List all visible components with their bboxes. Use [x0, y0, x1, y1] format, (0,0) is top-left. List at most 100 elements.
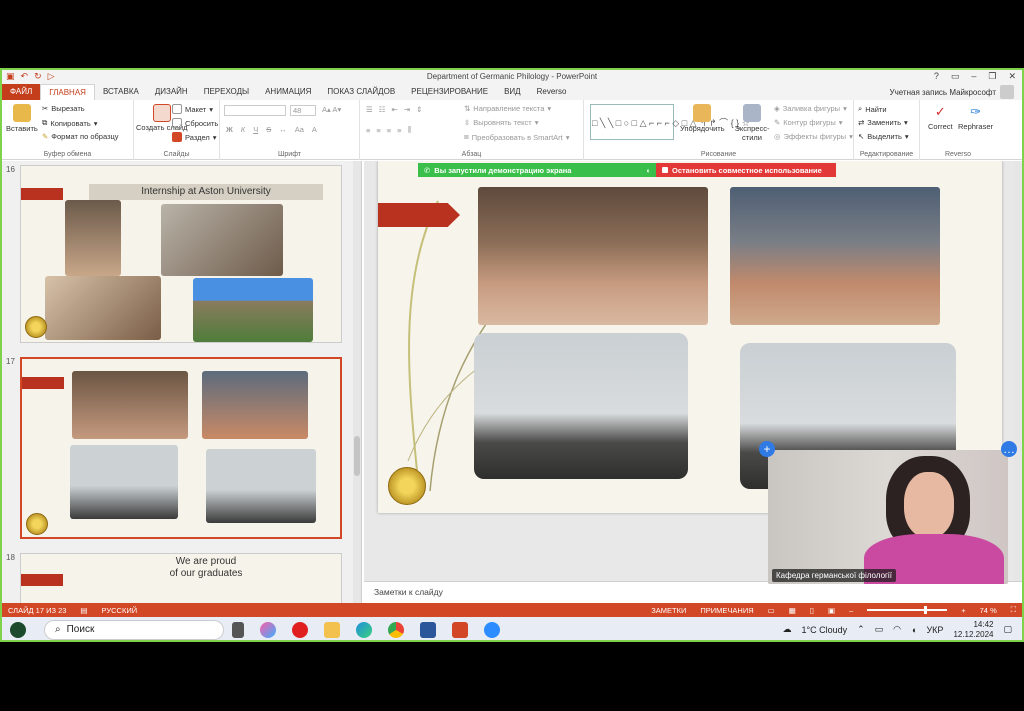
shapes-gallery[interactable]: □ ╲ ╲ □ ○ □ △ ⌐ ⌐ ⌐ ◇ □ △ ↰ ↱ ⌒ { } ☆	[590, 104, 750, 140]
weather-icon[interactable]: ☁	[782, 624, 791, 635]
reading-view-icon[interactable]: ▯	[810, 606, 814, 615]
correct-button[interactable]: ✓ Correct	[928, 104, 953, 131]
tab-review[interactable]: РЕЦЕНЗИРОВАНИЕ	[403, 84, 496, 100]
add-participant-button[interactable]: +	[759, 441, 775, 457]
normal-view-icon[interactable]: ▭	[768, 606, 775, 615]
more-options-button[interactable]: …	[1001, 441, 1017, 457]
bold-button[interactable]: Ж	[226, 125, 233, 134]
input-language[interactable]: УКР	[926, 625, 943, 635]
indent-icon[interactable]: ⇤	[391, 105, 397, 114]
find-button[interactable]: ⌕ Найти	[858, 104, 887, 114]
copy-button[interactable]: ⧉ Копировать ▾	[42, 118, 98, 128]
close-icon[interactable]: ✕	[1008, 71, 1016, 82]
align-center-icon[interactable]: ≡	[376, 126, 380, 135]
zoom-slider[interactable]	[867, 606, 948, 614]
font-grow-button[interactable]: A▴ A▾	[322, 105, 341, 114]
thumbnails-scrollbar[interactable]	[353, 161, 361, 603]
photo-group-library-1[interactable]	[478, 187, 708, 325]
columns-icon[interactable]: ⫼	[408, 125, 411, 135]
char-spacing-button[interactable]: ↔	[279, 125, 287, 134]
shape-effects-button[interactable]: ◎ Эффекты фигуры ▾	[774, 132, 853, 141]
tab-reverso[interactable]: Reverso	[529, 84, 575, 100]
stop-sharing-button[interactable]: Остановить совместное использование	[656, 163, 836, 177]
language-indicator[interactable]: РУССКИЙ	[102, 606, 138, 615]
photo-group-library-2[interactable]	[730, 187, 940, 325]
slide-thumbnail-17[interactable]	[20, 357, 342, 539]
opera-icon[interactable]	[292, 621, 308, 638]
edge-icon[interactable]	[356, 621, 372, 638]
tab-view[interactable]: ВИД	[496, 84, 529, 100]
align-left-icon[interactable]: ≡	[366, 126, 370, 135]
tab-animations[interactable]: АНИМАЦИЯ	[257, 84, 319, 100]
justify-icon[interactable]: ≡	[397, 126, 401, 135]
paste-button[interactable]: Вставить	[6, 104, 38, 133]
clock[interactable]: 14:42 12.12.2024	[953, 620, 993, 640]
select-button[interactable]: ↖ Выделить ▾	[858, 132, 909, 141]
weather-text[interactable]: 1°C Cloudy	[801, 625, 847, 635]
start-icon[interactable]	[10, 621, 26, 638]
account-name[interactable]: Учетная запись Майкрософт	[889, 88, 996, 97]
notes-pane[interactable]: Заметки к слайду	[364, 581, 1022, 603]
rephraser-button[interactable]: ✑ Rephraser	[958, 104, 993, 131]
speaker-icon[interactable]: ◖	[645, 166, 650, 175]
shape-fill-button[interactable]: ◈ Заливка фигуры ▾	[774, 104, 847, 113]
task-view-icon[interactable]	[232, 621, 244, 638]
text-direction-button[interactable]: ⇅ Направление текста ▾	[464, 104, 551, 113]
ribbon-options-icon[interactable]: ▭	[951, 71, 960, 82]
align-text-button[interactable]: ⇳ Выровнять текст ▾	[464, 118, 538, 127]
file-explorer-icon[interactable]	[324, 621, 340, 638]
layout-button[interactable]: Макет ▾	[172, 104, 213, 114]
zoom-app-icon[interactable]	[484, 621, 500, 638]
arrange-button[interactable]: Упорядочить	[680, 104, 725, 133]
change-case-button[interactable]: Aa	[295, 125, 304, 134]
chevron-up-icon[interactable]: ⌃	[857, 624, 865, 635]
bullets-icon[interactable]: ☰	[366, 105, 373, 114]
spellcheck-icon[interactable]: ▤	[80, 606, 87, 615]
avatar[interactable]	[1000, 85, 1014, 99]
photo-classroom-1[interactable]	[474, 333, 688, 479]
shape-outline-button[interactable]: ✎ Контур фигуры ▾	[774, 118, 843, 127]
copilot-icon[interactable]	[260, 621, 276, 638]
slide-counter[interactable]: СЛАЙД 17 ИЗ 23	[8, 606, 66, 615]
slide-thumbnails-panel[interactable]: 16 Internship at Aston University 17 18 …	[2, 161, 362, 603]
comments-button[interactable]: ПРИМЕЧАНИЯ	[700, 606, 753, 615]
zoom-slider-knob[interactable]	[924, 606, 928, 614]
font-name-box[interactable]	[224, 105, 286, 116]
align-right-icon[interactable]: ≡	[387, 126, 391, 135]
numbering-icon[interactable]: ☷	[379, 105, 386, 114]
tab-design[interactable]: ДИЗАЙН	[147, 84, 196, 100]
outdent-icon[interactable]: ⇥	[404, 105, 410, 114]
sorter-view-icon[interactable]: ▦	[789, 606, 796, 615]
strike-button[interactable]: S	[266, 125, 271, 134]
taskbar-search[interactable]: ⌕ Поиск	[44, 619, 224, 640]
notes-button[interactable]: ЗАМЕТКИ	[651, 606, 686, 615]
italic-button[interactable]: К	[241, 125, 245, 134]
smartart-button[interactable]: ⧈ Преобразовать в SmartArt ▾	[464, 132, 570, 142]
tab-file[interactable]: ФАЙЛ	[2, 84, 41, 100]
word-icon[interactable]	[420, 621, 436, 638]
fit-slide-icon[interactable]: ⛶	[1011, 605, 1016, 615]
video-call-tile[interactable]: Кафедра германської філології	[768, 450, 1008, 584]
university-seal[interactable]	[388, 467, 426, 505]
notifications-icon[interactable]: ▢	[1003, 624, 1012, 635]
slide-thumbnail-16[interactable]: Internship at Aston University	[20, 165, 342, 343]
minimize-icon[interactable]: –	[971, 71, 976, 82]
tab-slideshow[interactable]: ПОКАЗ СЛАЙДОВ	[319, 84, 403, 100]
volume-icon[interactable]: ◖	[911, 625, 916, 635]
restore-icon[interactable]: ❐	[988, 71, 996, 82]
zoom-out-icon[interactable]: –	[849, 606, 853, 615]
network-icon[interactable]: ▭	[875, 624, 884, 635]
account-area[interactable]: Учетная запись Майкрософт	[889, 85, 1022, 99]
underline-button[interactable]: Ч	[253, 125, 258, 134]
font-color-button[interactable]: A	[312, 125, 317, 134]
tab-home[interactable]: ГЛАВНАЯ	[40, 84, 95, 100]
font-size-box[interactable]: 48	[290, 105, 316, 116]
format-painter-button[interactable]: ✎ Формат по образцу	[42, 132, 119, 141]
red-ribbon-shape[interactable]	[378, 203, 460, 227]
wifi-icon[interactable]: ◠	[893, 624, 901, 635]
reset-button[interactable]: Сбросить	[172, 118, 218, 128]
tab-insert[interactable]: ВСТАВКА	[95, 84, 147, 100]
help-button[interactable]: ?	[934, 71, 939, 82]
line-spacing-icon[interactable]: ⇕	[416, 105, 422, 114]
cut-button[interactable]: ✂ Вырезать	[42, 104, 85, 113]
